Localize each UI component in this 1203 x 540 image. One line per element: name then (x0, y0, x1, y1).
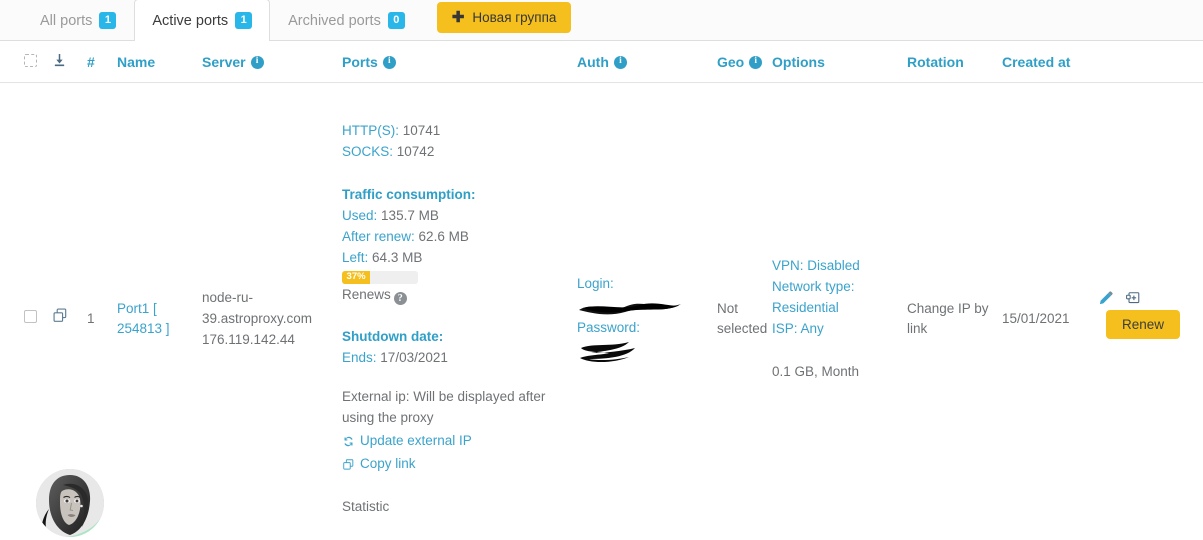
option-network-type-label: Network type: (772, 279, 855, 295)
row-options-cell: VPN: Disabled Network type: Residential … (772, 83, 907, 540)
traffic-consumption-title: Traffic consumption: (342, 186, 476, 202)
copy-link[interactable]: Copy link (360, 454, 416, 475)
external-ip-text: External ip: Will be displayed after usi… (342, 389, 546, 426)
socks-port-line: SOCKS: 10742 (342, 142, 571, 163)
header-geo-label: Geo (717, 54, 745, 70)
header-options: Options (772, 41, 907, 83)
used-label: Used: (342, 207, 378, 223)
socks-value: 10742 (396, 143, 435, 159)
left-label: Left: (342, 249, 369, 265)
after-renew-label: After renew: (342, 228, 415, 244)
option-isp: ISP: Any (772, 320, 824, 336)
table-header: # Name Server i Ports i Auth i Geo i Opt… (0, 41, 1203, 83)
option-plan: 0.1 GB, Month (772, 363, 860, 379)
edit-icon[interactable] (1097, 291, 1113, 307)
tab-archived-ports-label: Archived ports (288, 12, 381, 29)
login-value-redacted (577, 294, 711, 318)
header-geo: Geo i (717, 41, 772, 83)
table-body: 1 Port1 [ 254813 ] node-ru-39.astroproxy… (0, 83, 1203, 540)
tab-active-ports[interactable]: Active ports 1 (134, 0, 271, 41)
ends-value: 17/03/2021 (380, 350, 448, 366)
tab-all-ports[interactable]: All ports 1 (22, 0, 134, 40)
info-icon[interactable]: i (250, 55, 264, 69)
tab-bar: All ports 1 Active ports 1 Archived port… (0, 0, 1203, 41)
new-group-label: Новая группа (472, 10, 557, 25)
tab-all-ports-badge: 1 (99, 12, 117, 29)
password-label: Password: (577, 320, 641, 336)
row-auth-cell: Login: Password: (577, 83, 717, 540)
download-icon[interactable] (52, 53, 67, 71)
header-select-all (0, 41, 52, 83)
traffic-progress-bar: 37% (342, 270, 418, 284)
row-server-cell: node-ru-39.astroproxy.com 176.119.142.44 (202, 83, 342, 540)
traffic-used-line: Used: 135.7 MB (342, 206, 571, 227)
https-label: HTTP(S): (342, 123, 399, 138)
header-server-label: Server (202, 54, 246, 70)
duplicate-icon[interactable] (52, 307, 69, 331)
row-name-cell: Port1 [ 254813 ] (117, 83, 202, 540)
info-icon[interactable]: i (382, 55, 396, 69)
refresh-icon[interactable] (342, 435, 355, 448)
port-name-link[interactable]: Port1 [ 254813 ] (117, 301, 170, 337)
update-external-ip-link[interactable]: Update external IP (360, 431, 472, 452)
socks-label: SOCKS: (342, 143, 394, 159)
header-ports-label: Ports (342, 54, 378, 70)
header-auth: Auth i (577, 41, 717, 83)
option-vpn: VPN: Disabled (772, 258, 860, 274)
renews-label: Renews (342, 286, 391, 302)
password-value-redacted (577, 339, 711, 365)
ports-table: # Name Server i Ports i Auth i Geo i Opt… (0, 41, 1203, 540)
row-created-at: 15/01/2021 (1002, 310, 1070, 326)
option-network-type-value: Residential (772, 299, 839, 315)
https-value: 10741 (402, 123, 441, 138)
add-copy-icon[interactable] (1125, 291, 1141, 307)
select-all-checkbox[interactable] (24, 54, 37, 67)
header-rotation: Rotation (907, 41, 1002, 83)
row-index: 1 (87, 310, 95, 326)
header-server: Server i (202, 41, 342, 83)
renew-button[interactable]: Renew (1106, 310, 1181, 340)
header-auth-label: Auth (577, 54, 609, 70)
header-name: Name (117, 41, 202, 83)
table-row: 1 Port1 [ 254813 ] node-ru-39.astroproxy… (0, 83, 1203, 540)
header-number: # (87, 41, 117, 83)
login-label: Login: (577, 275, 614, 291)
traffic-left-line: Left: 64.3 MB (342, 248, 571, 269)
info-icon[interactable]: i (613, 55, 627, 69)
ends-label: Ends: (342, 350, 377, 366)
shutdown-date-title: Shutdown date: (342, 329, 444, 345)
after-renew-value: 62.6 MB (418, 228, 469, 244)
row-checkbox[interactable] (24, 309, 37, 323)
header-ports: Ports i (342, 41, 577, 83)
table-header-row: # Name Server i Ports i Auth i Geo i Opt… (0, 41, 1203, 83)
server-host: node-ru-39.astroproxy.com (202, 290, 313, 326)
statistic-text[interactable]: Statistic (342, 497, 571, 518)
tab-active-ports-badge: 1 (235, 12, 253, 29)
renews-line: Renews? (342, 285, 571, 306)
row-rotation-cell: Change IP by link (907, 301, 989, 337)
used-value: 135.7 MB (381, 207, 439, 223)
copy-icon[interactable] (342, 458, 355, 471)
tab-archived-ports[interactable]: Archived ports 0 (270, 0, 423, 40)
header-created-at: Created at (1002, 41, 1203, 83)
server-ip: 176.119.142.44 (202, 331, 295, 347)
header-download (52, 41, 87, 83)
row-select-cell (0, 83, 52, 540)
row-actions-cell: Renew (1097, 83, 1203, 540)
info-icon[interactable]: i (749, 55, 763, 69)
row-ports-cell: HTTP(S): 10741 SOCKS: 10742 Traffic cons… (342, 83, 577, 540)
tab-all-ports-label: All ports (40, 12, 93, 29)
tab-archived-ports-badge: 0 (387, 12, 405, 29)
plus-icon: ✚ (451, 9, 465, 26)
shutdown-ends-line: Ends: 17/03/2021 (342, 348, 571, 369)
https-port-line: HTTP(S): 10741 (342, 121, 571, 142)
traffic-progress-fill: 37% (342, 270, 371, 284)
left-value: 64.3 MB (372, 249, 423, 265)
row-geo-cell: Not selected (717, 301, 768, 337)
tab-active-ports-label: Active ports (152, 12, 229, 29)
avatar[interactable] (36, 469, 104, 537)
help-icon[interactable]: ? (393, 292, 407, 306)
traffic-after-renew-line: After renew: 62.6 MB (342, 227, 571, 248)
new-group-button[interactable]: ✚ Новая группа (436, 2, 572, 33)
